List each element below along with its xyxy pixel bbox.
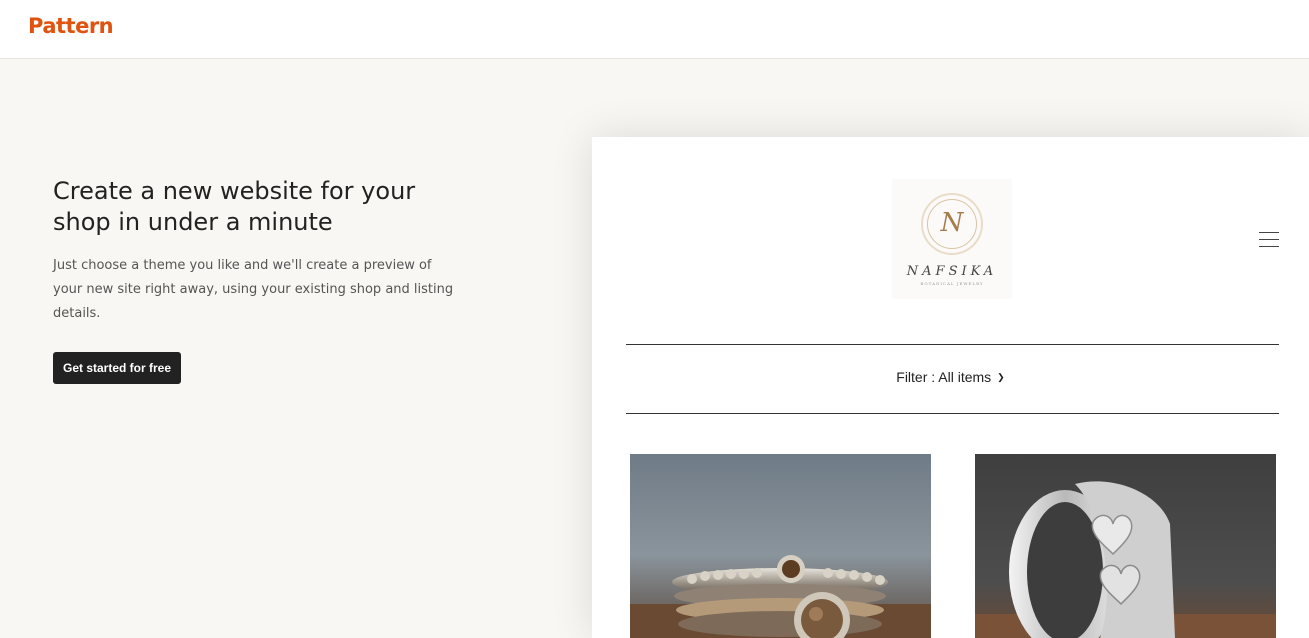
hero-description: Just choose a theme you like and we'll c… [53,258,454,321]
product-card[interactable] [630,454,931,638]
hero-copy: Create a new website for your shop in un… [53,176,473,384]
hero-section: Create a new website for your shop in un… [0,60,1309,638]
stacked-rings-photo [630,454,931,638]
pattern-logo[interactable]: Pattern [28,14,114,38]
filter-label: Filter : All items [896,369,992,385]
shop-logo-monogram: N [927,199,977,249]
heart-band-ring-photo [975,454,1276,638]
get-started-button[interactable]: Get started for free [53,352,182,384]
top-navigation-bar: Pattern [0,0,1309,59]
shop-tagline: BOTANICAL JEWELRY [920,281,984,286]
hamburger-icon[interactable] [1259,232,1279,248]
product-card[interactable] [975,454,1276,638]
site-preview-frame: N NAFSIKA BOTANICAL JEWELRY Filter : All… [592,137,1309,638]
chevron-down-icon: ❯ [997,372,1005,382]
filter-bottom-divider [626,413,1279,414]
shop-name: NAFSIKA [906,264,998,279]
hero-title: Create a new website for your shop in un… [53,177,416,236]
filter-dropdown[interactable]: Filter : All items ❯ [592,369,1309,385]
filter-top-divider [626,344,1279,345]
shop-logo-ring: N [921,193,983,255]
shop-logo[interactable]: N NAFSIKA BOTANICAL JEWELRY [892,179,1012,299]
